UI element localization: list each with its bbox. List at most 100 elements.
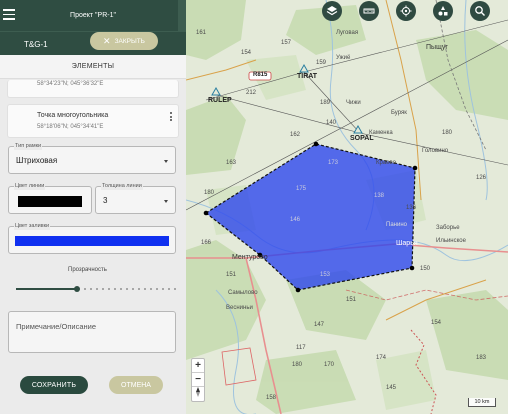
sopal-label: SOPAL — [350, 135, 374, 142]
compass-button[interactable] — [192, 387, 204, 401]
map-view[interactable]: TIRAT RULEP SOPAL R815 Пыщуг Ментурово Ш… — [186, 0, 508, 414]
elevation-label: 146 — [290, 217, 301, 223]
opacity-slider[interactable] — [16, 286, 176, 292]
elevation-label: 157 — [281, 40, 292, 46]
elevation-label: 151 — [346, 297, 357, 303]
app-header: Проект "PR-1" — [0, 0, 186, 31]
line-color-field[interactable]: Цвет линии — [8, 183, 92, 214]
elevation-label: 189 — [320, 100, 331, 106]
ilyinskoe-label: Ильинское — [436, 238, 466, 244]
elevation-label: 136 — [406, 205, 417, 211]
line-width-value: 3 — [103, 196, 108, 205]
objects-button[interactable] — [433, 1, 453, 21]
rulep-label: RULEP — [208, 97, 232, 104]
menturovo-label: Ментурово — [232, 254, 268, 261]
ruler-button[interactable] — [359, 1, 379, 21]
elevation-label: 159 — [316, 60, 327, 66]
elevation-label: 117 — [296, 345, 306, 351]
line-width-label: Толщина линии — [101, 183, 143, 190]
waypoint-rulep-icon — [211, 86, 221, 96]
close-label: ЗАКРЫТЬ — [114, 37, 145, 45]
ruler-icon — [363, 8, 375, 14]
group-label: T&G-1 — [24, 40, 48, 49]
elevation-label: 150 — [420, 266, 431, 272]
chevron-down-icon — [164, 200, 168, 203]
chizhi-label: Чижи — [346, 100, 361, 106]
fill-color-field[interactable]: Цвет заливки — [8, 223, 176, 254]
kraevo-label: Краево — [376, 160, 396, 166]
polygon-vertex[interactable] — [313, 141, 319, 147]
locate-icon — [400, 5, 412, 17]
polygon-vertex[interactable] — [295, 287, 301, 293]
map-canvas[interactable] — [186, 0, 508, 414]
elevation-label: 158 — [266, 395, 277, 401]
close-button[interactable]: ✕ ЗАКРЫТЬ — [90, 32, 158, 50]
elevation-label: 161 — [196, 30, 207, 36]
locate-button[interactable] — [396, 1, 416, 21]
tirat-label: TIRAT — [297, 73, 318, 80]
vesniny-label: Весниньи — [226, 305, 253, 311]
fill-color-swatch[interactable] — [15, 236, 169, 246]
elevation-label: 180 — [442, 130, 453, 136]
elevation-label: 212 — [246, 90, 257, 96]
uzhiye-label: Ужиё — [336, 55, 351, 61]
elevation-label: 180 — [292, 362, 303, 368]
search-icon — [475, 6, 485, 16]
zaboroje-label: Заборье — [436, 225, 460, 231]
pyshchug-label: Пыщуг — [426, 44, 448, 51]
polygon-vertex[interactable] — [409, 265, 415, 271]
elevation-label: 154 — [241, 50, 252, 56]
layers-button[interactable] — [322, 1, 342, 21]
line-color-swatch[interactable] — [18, 196, 82, 207]
zoom-in-button[interactable]: + — [192, 359, 204, 373]
save-button[interactable]: СОХРАНИТЬ — [20, 376, 88, 394]
elevation-label: 154 — [431, 320, 442, 326]
opacity-label: Прозрачность — [68, 267, 107, 273]
elevation-label: 163 — [226, 160, 237, 166]
note-textarea[interactable]: Примечание/Описание — [8, 311, 176, 353]
element-coords: 58°34'23"N; 045°36'32"E — [37, 81, 104, 87]
elevation-label: 180 — [204, 190, 215, 196]
frame-type-select[interactable]: Тип рамки Штриховая — [8, 143, 176, 174]
close-icon: ✕ — [103, 35, 111, 46]
elevation-label: 147 — [314, 322, 325, 328]
scale-bar: 10 km — [468, 398, 496, 407]
fill-color-label: Цвет заливки — [14, 223, 51, 230]
search-button[interactable] — [470, 1, 490, 21]
kamenka-label: Каменка — [369, 130, 393, 136]
zoom-out-button[interactable]: − — [192, 373, 204, 387]
more-options-icon[interactable] — [170, 112, 172, 123]
elevation-label: 175 — [296, 186, 307, 192]
sidebar-panel: Проект "PR-1" T&G-1 ЭЛЕМЕНТЫ 58°34'23"N;… — [0, 0, 186, 414]
elevation-label: 145 — [386, 385, 397, 391]
cancel-button[interactable]: ОТМЕНА — [109, 376, 163, 394]
slider-fill — [16, 288, 77, 290]
element-card[interactable]: Точка многоугольника 58°18'06"N; 045°34'… — [7, 104, 179, 138]
menu-icon[interactable] — [3, 9, 15, 21]
elevation-label: 138 — [374, 193, 385, 199]
element-coords: 58°18'06"N; 045°34'41"E — [37, 124, 104, 130]
project-title: Проект "PR-1" — [70, 12, 116, 19]
elevation-label: 151 — [226, 272, 237, 278]
elevation-label: 170 — [324, 362, 335, 368]
tab-elements[interactable]: ЭЛЕМЕНТЫ — [0, 55, 186, 79]
frame-type-value: Штриховая — [16, 156, 58, 165]
line-color-label: Цвет линии — [14, 183, 46, 190]
polygon-vertex[interactable] — [412, 165, 418, 171]
objects-icon — [438, 6, 448, 16]
zoom-control: + − — [191, 358, 205, 402]
elevation-label: 126 — [476, 175, 487, 181]
golovino-label: Головино — [422, 148, 449, 154]
protected-area — [221, 347, 257, 386]
note-placeholder: Примечание/Описание — [16, 322, 97, 331]
elevation-label: 153 — [320, 272, 331, 278]
layers-icon — [326, 6, 338, 16]
chevron-down-icon — [164, 160, 168, 163]
elevation-label: 162 — [290, 132, 301, 138]
compass-icon — [196, 387, 200, 397]
element-card[interactable]: 58°34'23"N; 045°36'32"E — [7, 80, 179, 98]
slider-thumb[interactable] — [73, 286, 80, 292]
elevation-label: 174 — [376, 355, 387, 361]
polygon-vertex[interactable] — [203, 210, 209, 216]
line-width-select[interactable]: Толщина линии 3 — [95, 183, 176, 214]
